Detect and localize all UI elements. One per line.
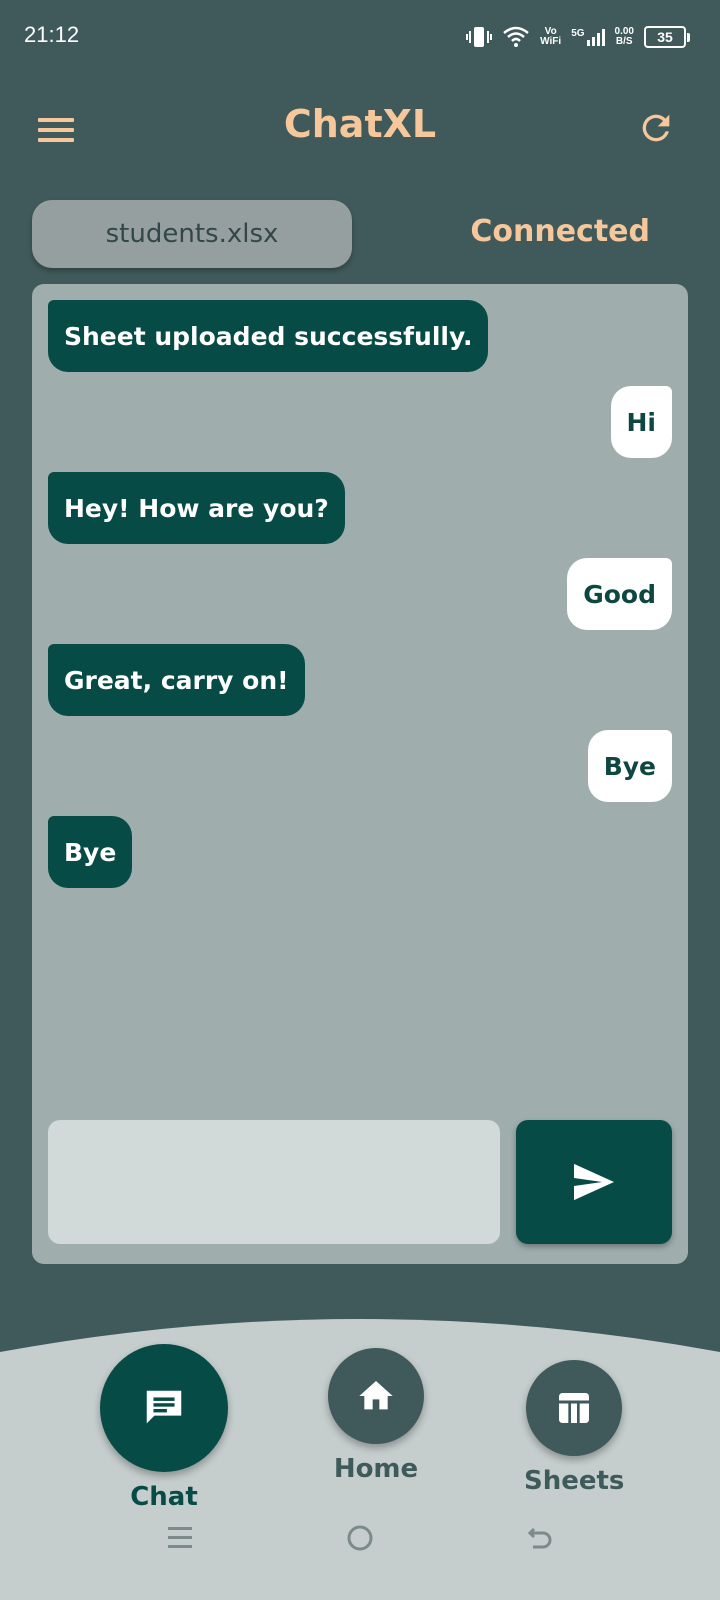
status-icons: Vo WiFi 5G 0.00 B/S 35 [466,22,690,52]
bot-message: Great, carry on! [48,644,305,716]
vibrate-icon [466,27,493,47]
recent-apps-button[interactable] [150,1508,210,1568]
user-message: Good [567,558,672,630]
app-title: ChatXL [283,102,437,146]
status-bar: 21:12 Vo WiFi 5G 0.00 B/S 35 [0,0,720,72]
vowifi-indicator: Vo WiFi [540,27,561,47]
nav-sheets-circle [526,1360,623,1456]
status-time: 21:12 [24,22,80,47]
signal-icon [586,29,605,46]
wifi-icon [503,26,529,47]
back-icon [527,1527,552,1549]
message-input[interactable] [48,1120,500,1244]
home-icon [359,1381,393,1410]
bot-message: Sheet uploaded successfully. [48,300,489,372]
back-system-button[interactable] [510,1508,570,1568]
user-message: Hi [610,386,672,458]
recent-apps-icon [168,1527,192,1548]
vowifi-bottom: WiFi [540,36,562,47]
battery-indicator: 35 [644,26,690,48]
table-icon [559,1393,590,1423]
signal-label: 5G [571,28,585,39]
nav-chat-circle [100,1344,228,1472]
nav-label-home: Home [333,1454,419,1484]
connection-status: Connected [470,214,650,249]
home-system-button[interactable] [330,1508,390,1568]
nav-item-chat[interactable]: Chat [100,1344,228,1512]
app-bar: ChatXL [0,90,720,170]
chat-panel: Sheet uploaded successfully. Hi Hey! How… [32,284,688,1264]
nav-item-home[interactable]: Home [328,1348,424,1484]
battery-tip [687,32,690,42]
message-list: Sheet uploaded successfully. Hi Hey! How… [48,300,672,1100]
nav-item-sheets[interactable]: Sheets [524,1360,624,1496]
network-speed: 0.00 B/S [615,27,634,47]
nav-label-sheets: Sheets [524,1466,625,1496]
file-name-chip[interactable]: students.xlsx [32,200,352,268]
bot-message: Hey! How are you? [48,472,345,544]
nav-home-circle [328,1348,424,1444]
refresh-button[interactable] [636,108,676,148]
send-icon [574,1163,614,1201]
signal-indicator: 5G [571,28,605,46]
speed-unit: B/S [615,36,633,47]
chat-icon [146,1390,182,1424]
refresh-icon [642,114,670,142]
battery-level: 35 [644,26,686,48]
send-button[interactable] [516,1120,672,1244]
circle-home-icon [347,1525,373,1551]
system-navigation-bar [0,1508,720,1580]
user-message: Bye [587,730,672,802]
bot-message: Bye [48,816,133,888]
